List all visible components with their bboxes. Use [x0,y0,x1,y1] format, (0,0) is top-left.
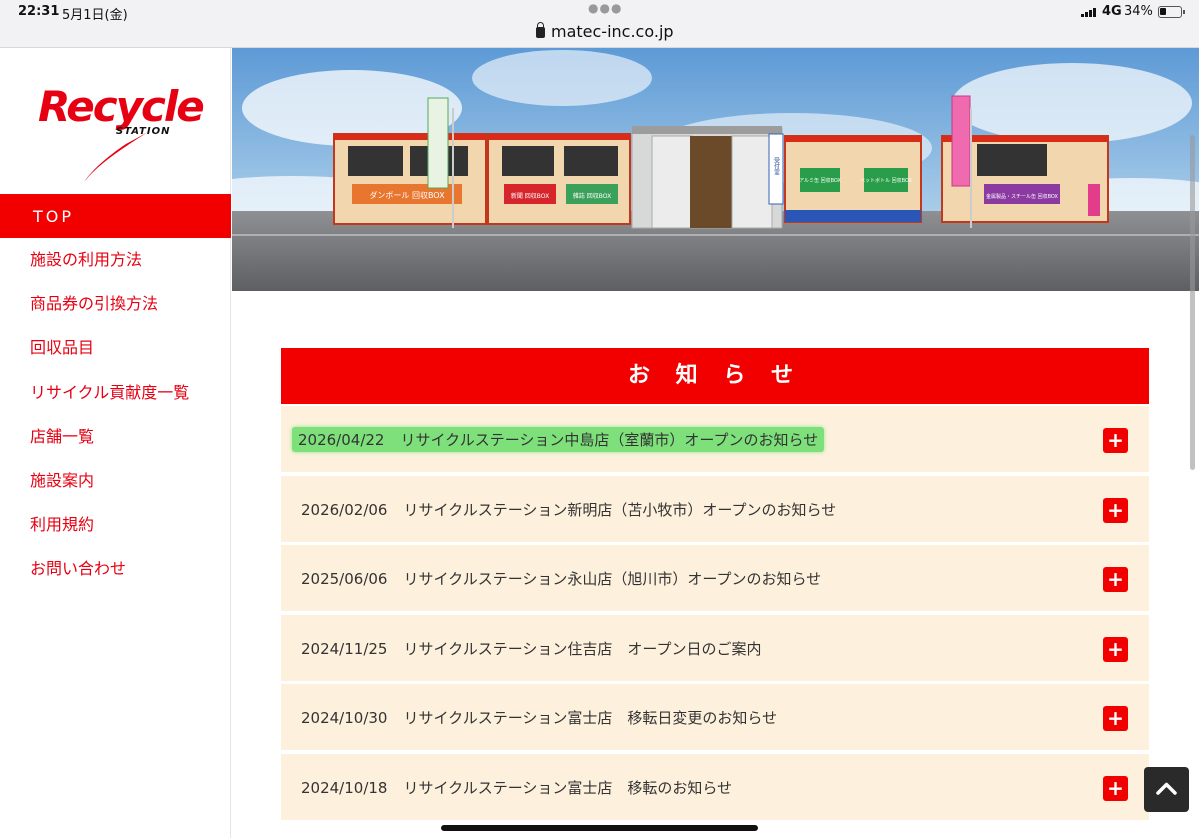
sidebar-item-terms[interactable]: 利用規約 [30,515,189,559]
recycle-station-logo[interactable]: Recycle STATION [38,82,205,182]
sidebar-item-top[interactable]: TOP [0,194,231,238]
news-item[interactable]: 2025/06/06 リサイクルステーション永山店（旭川市）オープンのお知らせ + [281,545,1149,612]
news-item-text: 2025/06/06 リサイクルステーション永山店（旭川市）オープンのお知らせ [301,568,821,589]
logo-swoosh-icon [84,132,148,182]
status-date: 5月1日(金) [62,8,128,23]
news-item-text: 2026/04/22 リサイクルステーション中島店（室蘭市）オープンのお知らせ [292,427,825,452]
news-title-text: リサイクルステーション住吉店 オープン日のご案内 [403,639,762,658]
expand-button[interactable]: + [1103,706,1128,732]
sidebar-item-voucher[interactable]: 商品券の引換方法 [30,294,189,338]
hero-sign-pet: ペットボトル 回収BOX [860,177,913,184]
news-title-text: リサイクルステーション中島店（室蘭市）オープンのお知らせ [400,431,819,449]
news-item-text: 2024/10/18 リサイクルステーション富士店 移転のお知らせ [301,777,732,798]
news-date: 2025/06/06 [301,570,388,589]
news-title-text: リサイクルステーション富士店 移転のお知らせ [403,778,733,797]
expand-button[interactable]: + [1103,567,1128,593]
sidebar-item-items[interactable]: 回収品目 [30,338,189,382]
news-title-text: リサイクルステーション永山店（旭川市）オープンのお知らせ [403,570,822,589]
status-bar: 22:31 5月1日(金) ●●● matec-inc.co.jp 4G 34% [0,0,1199,48]
sidebar-item-contact[interactable]: お問い合わせ [30,559,189,603]
battery-percent: 34% [1124,4,1153,19]
sidebar: Recycle STATION TOP 施設の利用方法 商品券の引換方法 回収品… [0,48,231,838]
news-item-text: 2026/02/06 リサイクルステーション新明店（苫小牧市）オープンのお知らせ [301,499,836,520]
news-item-text: 2024/10/30 リサイクルステーション富士店 移転日変更のお知らせ [301,707,777,728]
expand-button[interactable]: + [1103,497,1128,523]
lock-icon [536,22,545,38]
news-list: 2026/04/22 リサイクルステーション中島店（室蘭市）オープンのお知らせ +… [281,406,1149,824]
hero-image: ダンボール 回収BOX 新聞 回収BOX 雑誌 回収BOX 受付室 アルミ缶 回… [232,48,1199,291]
news-item[interactable]: 2026/04/22 リサイクルステーション中島店（室蘭市）オープンのお知らせ + [281,406,1149,472]
page-scrollbar[interactable] [1190,135,1195,470]
hero-sign-cardboard: ダンボール 回収BOX [369,190,445,200]
news-date: 2024/11/25 [301,639,388,658]
hero-sign-newspaper: 新聞 回収BOX [511,192,549,200]
chevron-up-icon [1156,782,1177,795]
sidebar-item-usage[interactable]: 施設の利用方法 [30,250,189,294]
back-to-top-button[interactable] [1144,767,1189,812]
news-item[interactable]: 2024/10/18 リサイクルステーション富士店 移転のお知らせ + [281,753,1149,820]
network-type: 4G [1102,4,1122,19]
news-item[interactable]: 2026/02/06 リサイクルステーション新明店（苫小牧市）オープンのお知らせ … [281,475,1149,542]
news-title-text: リサイクルステーション富士店 移転日変更のお知らせ [403,709,778,728]
news-item-text: 2024/11/25 リサイクルステーション住吉店 オープン日のご案内 [301,638,762,659]
battery-icon [1158,6,1185,18]
news-date: 2024/10/30 [301,709,388,728]
expand-button[interactable]: + [1103,428,1128,453]
expand-button[interactable]: + [1103,636,1128,662]
news-date: 2026/04/22 [298,431,385,449]
status-time: 22:31 [18,4,60,19]
more-dots-icon[interactable]: ●●● [588,1,622,15]
news-item[interactable]: 2024/10/30 リサイクルステーション富士店 移転日変更のお知らせ + [281,684,1149,751]
news-title: お 知 ら せ [281,348,1149,404]
news-date: 2026/02/06 [301,500,388,519]
address-url: matec-inc.co.jp [551,22,674,41]
home-indicator[interactable] [441,825,758,831]
logo-text: Recycle [38,82,205,131]
news-title-text: リサイクルステーション新明店（苫小牧市）オープンのお知らせ [403,500,837,519]
sidebar-item-contribution[interactable]: リサイクル貢献度一覧 [30,383,189,427]
hero-sign-aluminum: アルミ缶 回収BOX [799,177,841,184]
logo-subtext: STATION [116,126,171,137]
signal-icon [1081,7,1099,17]
sidebar-item-facility[interactable]: 施設案内 [30,471,189,515]
sidebar-item-stores[interactable]: 店舗一覧 [30,427,189,471]
sidebar-nav: 施設の利用方法 商品券の引換方法 回収品目 リサイクル貢献度一覧 店舗一覧 施設… [30,250,189,604]
hero-sign-metal: 金属製品・スチール缶 回収BOX [986,193,1059,200]
expand-button[interactable]: + [1103,775,1128,801]
address-bar[interactable]: matec-inc.co.jp [536,22,674,41]
news-date: 2024/10/18 [301,778,388,797]
news-item[interactable]: 2024/11/25 リサイクルステーション住吉店 オープン日のご案内 + [281,614,1149,681]
hero-sign-reception: 受付室 [773,156,780,175]
hero-sign-magazine: 雑誌 回収BOX [573,192,611,200]
